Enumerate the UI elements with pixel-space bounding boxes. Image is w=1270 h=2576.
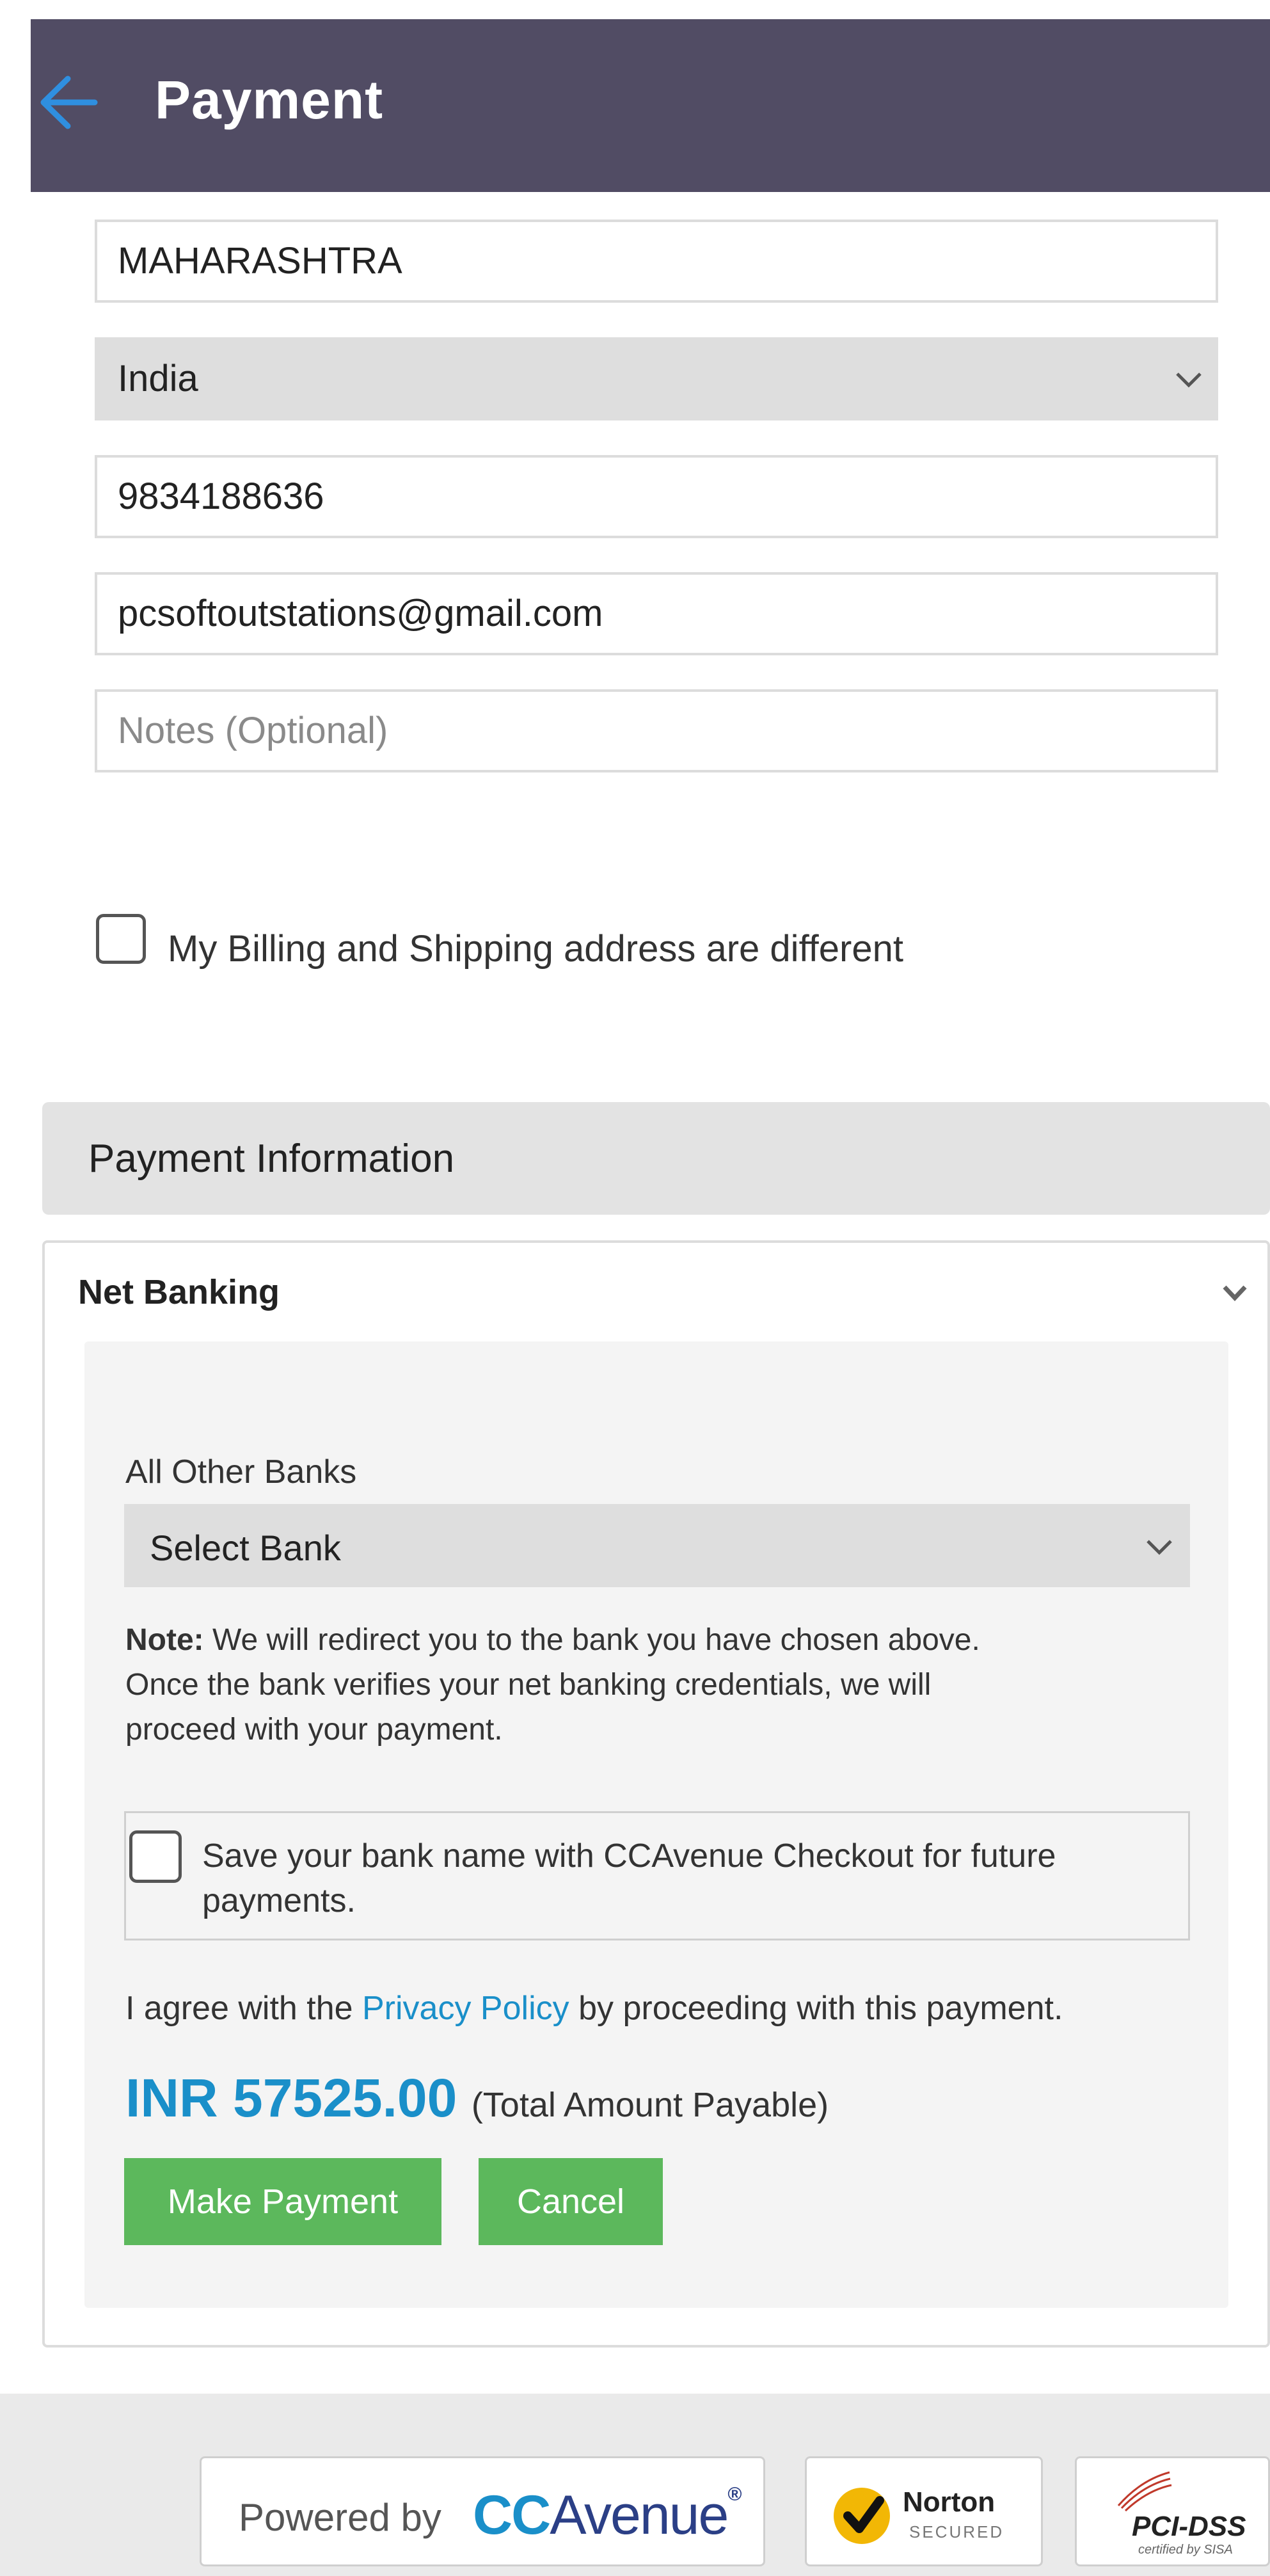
note-line-2: Once the bank verifies your net banking … xyxy=(125,1668,932,1702)
note-label: Note: xyxy=(125,1623,204,1657)
ccavenue-logo-avenue: Avenue xyxy=(550,2484,729,2546)
different-address-checkbox[interactable] xyxy=(96,914,146,964)
ccavenue-logo-cc: CC xyxy=(473,2484,551,2546)
save-bank-box xyxy=(124,1811,1190,1940)
chevron-down-icon[interactable] xyxy=(1222,1284,1248,1302)
privacy-policy-link[interactable]: Privacy Policy xyxy=(362,1990,569,2027)
state-field[interactable]: MAHARASHTRA xyxy=(95,220,1218,303)
page-title: Payment xyxy=(155,70,384,130)
bank-select[interactable]: Select Bank xyxy=(124,1504,1190,1587)
norton-check-icon xyxy=(834,2488,890,2544)
bank-group-label: All Other Banks xyxy=(125,1453,357,1491)
agree-text: I agree with the Privacy Policy by proce… xyxy=(125,1989,1063,2028)
agree-suffix: by proceeding with this payment. xyxy=(578,1990,1063,2027)
save-bank-label-1: Save your bank name with CCAvenue Checko… xyxy=(202,1837,1056,1875)
email-field[interactable]: pcsoftoutstations@gmail.com xyxy=(95,572,1218,655)
norton-sub-label: SECURED xyxy=(909,2522,1004,2541)
chevron-down-icon xyxy=(1176,372,1202,388)
note-line-3: proceed with your payment. xyxy=(125,1713,503,1747)
country-select[interactable]: India xyxy=(95,337,1218,420)
save-bank-checkbox[interactable] xyxy=(129,1830,182,1883)
cancel-button[interactable]: Cancel xyxy=(479,2158,663,2245)
amount-note: (Total Amount Payable) xyxy=(471,2086,829,2124)
pci-dss-sub-label: certified by SISA xyxy=(1138,2543,1233,2557)
agree-prefix: I agree with the xyxy=(125,1990,353,2027)
make-payment-button[interactable]: Make Payment xyxy=(124,2158,441,2245)
different-address-label: My Billing and Shipping address are diff… xyxy=(168,928,903,970)
amount-row: INR 57525.00 (Total Amount Payable) xyxy=(125,2067,829,2129)
norton-badge: Norton SECURED xyxy=(805,2456,1043,2566)
note-line-1: Note: We will redirect you to the bank y… xyxy=(125,1622,980,1658)
powered-by-label: Powered by xyxy=(239,2496,441,2539)
norton-label: Norton xyxy=(903,2486,996,2518)
chevron-down-icon xyxy=(1147,1540,1172,1555)
ccavenue-logo: CCAvenue® xyxy=(473,2484,742,2547)
pci-dss-label: PCI-DSS xyxy=(1132,2511,1246,2542)
pci-dss-badge: PCI-DSS certified by SISA xyxy=(1075,2456,1270,2566)
bank-select-value: Select Bank xyxy=(150,1528,341,1568)
net-banking-title[interactable]: Net Banking xyxy=(78,1272,280,1312)
pci-dss-swoosh-icon xyxy=(1117,2471,1172,2512)
ccavenue-logo-mark: ® xyxy=(727,2484,742,2505)
save-bank-label-2: payments. xyxy=(202,1882,356,1919)
back-arrow-icon[interactable] xyxy=(31,61,101,144)
notes-field[interactable]: Notes (Optional) xyxy=(95,689,1218,772)
phone-field[interactable]: 9834188636 xyxy=(95,455,1218,538)
ccavenue-badge: Powered by CCAvenue® xyxy=(200,2456,765,2566)
note-text-1: We will redirect you to the bank you hav… xyxy=(212,1623,980,1657)
amount-value: INR 57525.00 xyxy=(125,2068,457,2128)
payment-info-title: Payment Information xyxy=(88,1137,455,1181)
country-select-value: India xyxy=(118,358,198,399)
